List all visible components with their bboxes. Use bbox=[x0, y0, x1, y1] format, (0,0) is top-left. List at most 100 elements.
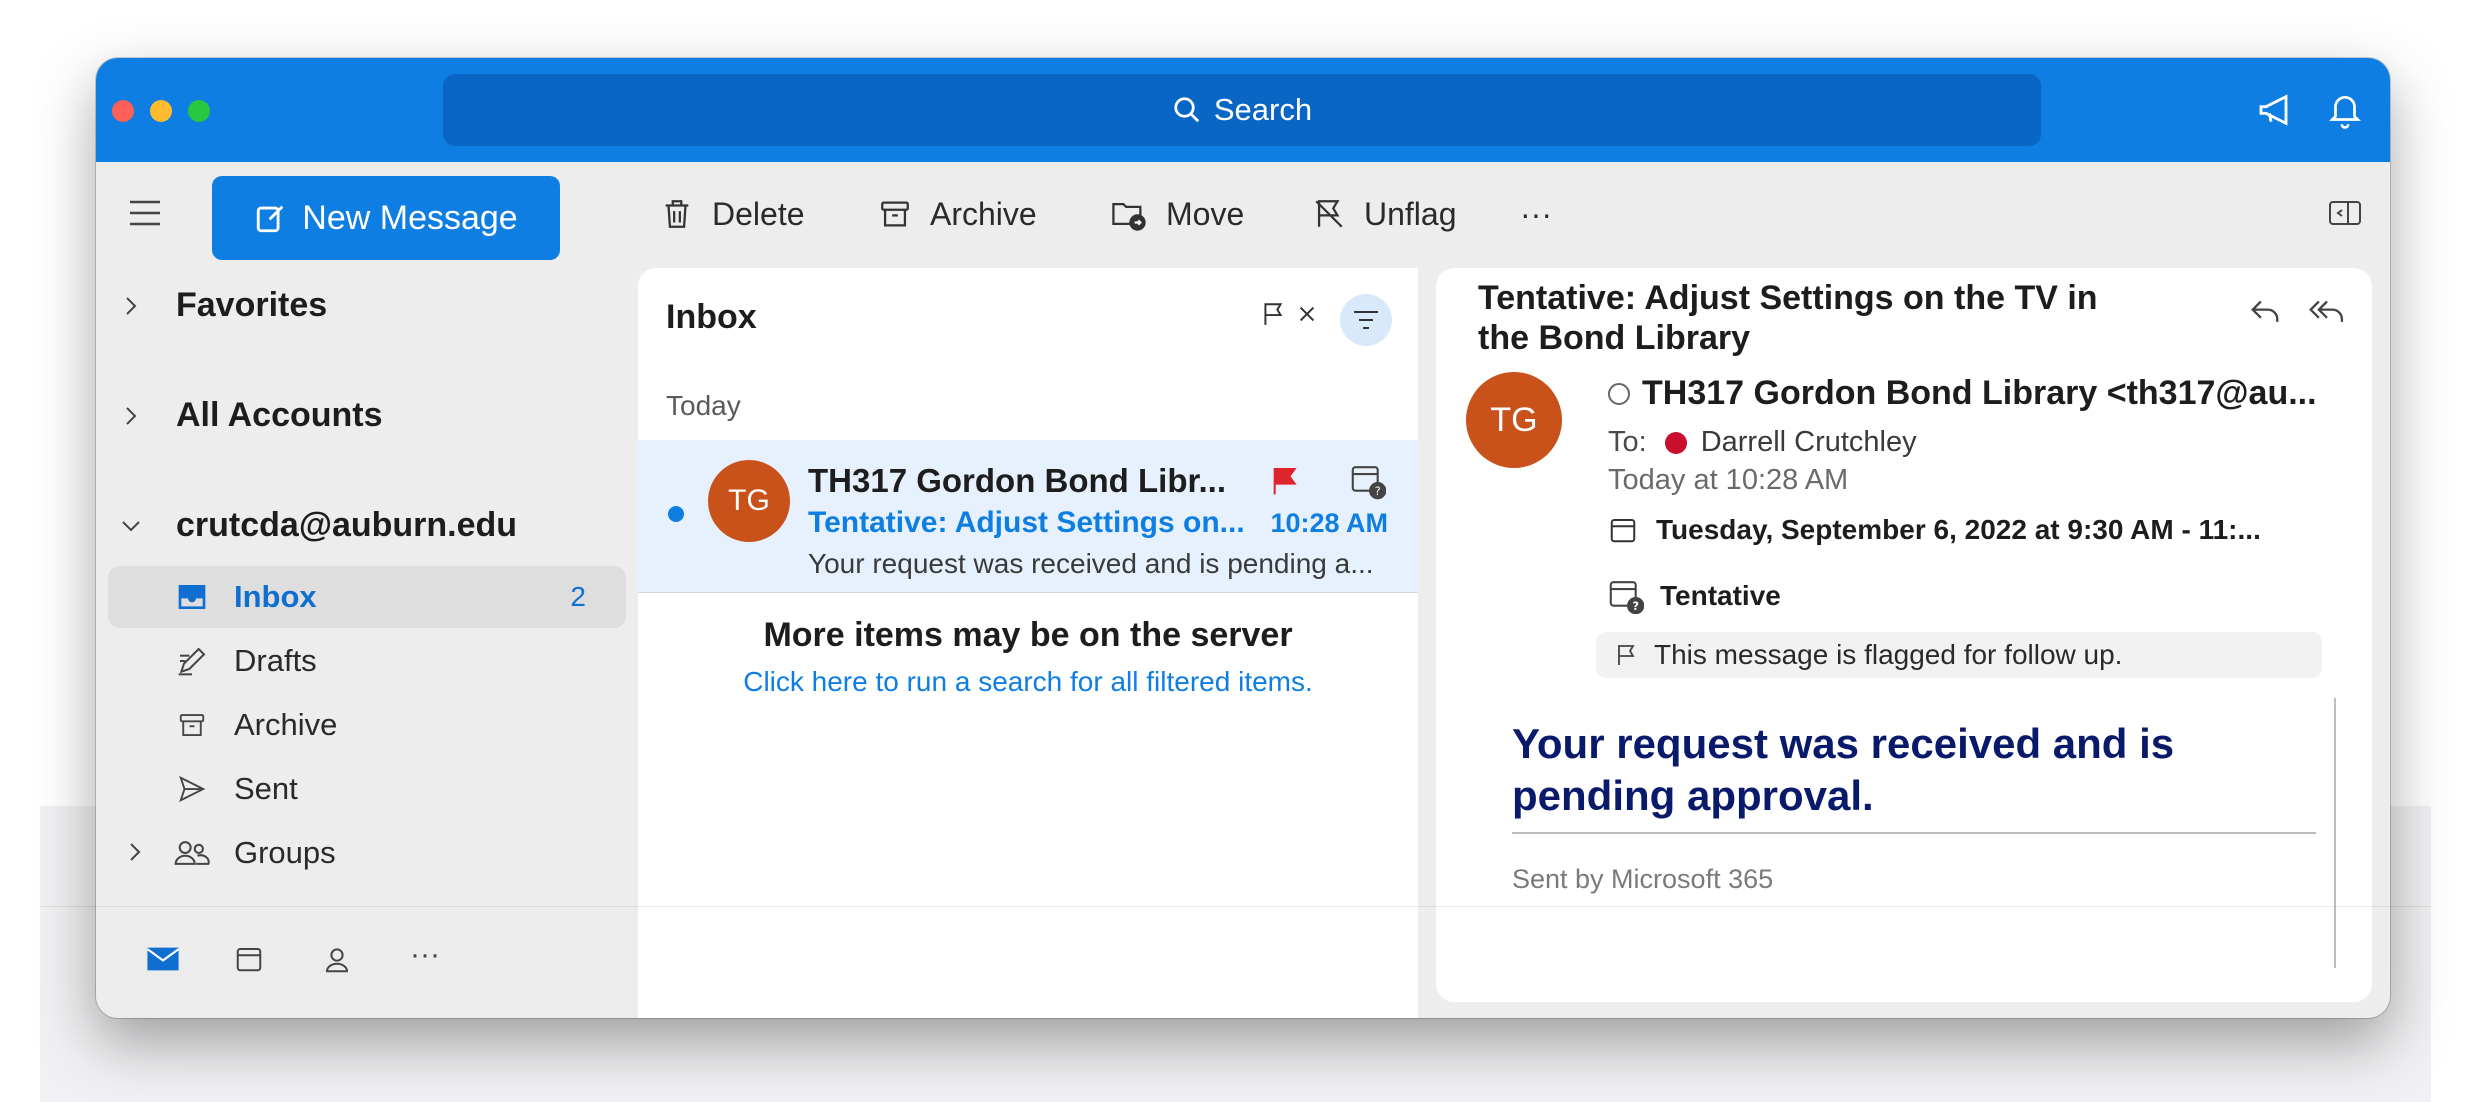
reading-pane: Tentative: Adjust Settings on the TV in … bbox=[1436, 268, 2372, 1002]
sidebar-item-groups[interactable]: Groups bbox=[108, 822, 626, 884]
sidebar-item-label: Sent bbox=[234, 771, 298, 806]
meeting-time-row: Tuesday, September 6, 2022 at 9:30 AM - … bbox=[1608, 514, 2328, 546]
body-footer: Sent by Microsoft 365 bbox=[1512, 864, 1774, 894]
body-heading: Your request was received and is pending… bbox=[1512, 720, 2175, 819]
reply-actions bbox=[2248, 296, 2372, 326]
more-actions-button[interactable]: ··· bbox=[1520, 184, 1552, 244]
message-time: 10:28 AM bbox=[1270, 508, 1388, 538]
svg-text:?: ? bbox=[1632, 600, 1638, 613]
people-icon[interactable] bbox=[322, 944, 352, 981]
archive-button[interactable]: Archive bbox=[878, 184, 1037, 244]
unread-count-badge: 2 bbox=[570, 581, 586, 612]
more-modules-button[interactable]: ··· bbox=[410, 938, 440, 972]
chevron-down-icon bbox=[116, 519, 146, 533]
tentative-response-icon: ? bbox=[1609, 581, 1644, 614]
close-window-button[interactable] bbox=[112, 100, 134, 122]
groups-icon bbox=[172, 838, 212, 868]
flag-icon bbox=[1264, 303, 1283, 325]
toolbar: New Message Delete Archive Move Unflag ·… bbox=[96, 162, 2390, 268]
drafts-icon bbox=[172, 645, 212, 677]
outlook-window: Search New Message Delete Archive Move U… bbox=[96, 58, 2390, 1018]
message-row[interactable]: TG TH317 Gordon Bond Libr... ? Tentative… bbox=[638, 440, 1418, 593]
hamburger-menu-icon[interactable] bbox=[128, 198, 162, 233]
presence-icon bbox=[1608, 382, 1630, 405]
new-message-label: New Message bbox=[302, 198, 518, 237]
all-accounts-label: All Accounts bbox=[176, 396, 383, 434]
message-preview: Your request was received and is pending… bbox=[808, 548, 1374, 579]
move-button[interactable]: Move bbox=[1110, 184, 1244, 244]
favorites-section[interactable]: Favorites bbox=[116, 286, 327, 325]
minimize-window-button[interactable] bbox=[150, 100, 172, 122]
all-accounts-section[interactable]: All Accounts bbox=[116, 396, 383, 435]
svg-text:?: ? bbox=[1375, 485, 1381, 498]
sidebar-item-drafts[interactable]: Drafts bbox=[108, 630, 626, 692]
recipient-name[interactable]: Darrell Crutchley bbox=[1701, 426, 1917, 459]
chevron-right-icon bbox=[128, 835, 142, 871]
megaphone-icon[interactable] bbox=[2256, 90, 2296, 135]
sidebar-item-label: Inbox bbox=[234, 579, 317, 614]
archive-label: Archive bbox=[930, 195, 1037, 232]
search-bar[interactable]: Search bbox=[443, 74, 2041, 146]
reply-all-icon[interactable] bbox=[2308, 296, 2346, 326]
move-label: Move bbox=[1166, 195, 1245, 232]
flag-notice-text: This message is flagged for follow up. bbox=[1654, 639, 2123, 670]
close-icon bbox=[1299, 306, 1315, 322]
sidebar-item-archive[interactable]: Archive bbox=[108, 694, 626, 756]
recipient-presence-icon bbox=[1664, 431, 1687, 454]
server-search-link[interactable]: Click here to run a search for all filte… bbox=[638, 666, 1418, 698]
filter-icon bbox=[1354, 311, 1378, 329]
mail-icon[interactable] bbox=[146, 944, 180, 979]
meeting-status-row: ? Tentative bbox=[1608, 578, 1781, 614]
sidebar-item-label: Drafts bbox=[234, 643, 317, 678]
received-date: Today at 10:28 AM bbox=[1608, 464, 1849, 496]
sidebar-item-inbox[interactable]: Inbox 2 bbox=[108, 566, 626, 628]
message-sender: TH317 Gordon Bond Libr... bbox=[808, 462, 1227, 499]
flag-filter-chip[interactable] bbox=[1260, 300, 1318, 328]
meeting-time: Tuesday, September 6, 2022 at 9:30 AM - … bbox=[1656, 514, 2261, 545]
sender-line[interactable]: TH317 Gordon Bond Library <th317@au... bbox=[1608, 374, 2328, 413]
filter-button[interactable] bbox=[1340, 294, 1392, 346]
reply-icon[interactable] bbox=[2248, 296, 2282, 326]
trash-icon bbox=[665, 200, 689, 228]
window-overlay-line bbox=[96, 906, 2390, 907]
zoom-window-button[interactable] bbox=[188, 100, 210, 122]
body-divider bbox=[1512, 832, 2316, 834]
delete-button[interactable]: Delete bbox=[660, 184, 805, 244]
search-label: Search bbox=[1213, 92, 1313, 127]
sidebar-item-label: Archive bbox=[234, 707, 338, 742]
chevron-right-icon bbox=[116, 405, 146, 427]
inbox-icon bbox=[172, 582, 212, 612]
title-bar: Search bbox=[96, 58, 2390, 162]
flag-icon[interactable] bbox=[1268, 464, 1300, 503]
to-label: To: bbox=[1608, 426, 1647, 458]
search-icon bbox=[1174, 97, 1200, 123]
bell-icon[interactable] bbox=[2326, 90, 2364, 135]
favorites-label: Favorites bbox=[176, 286, 328, 324]
message-subject-heading: Tentative: Adjust Settings on the TV in … bbox=[1478, 279, 2098, 357]
account-section[interactable]: crutcda@auburn.edu bbox=[116, 506, 517, 545]
chevron-right-icon bbox=[116, 295, 146, 317]
message-subject: Tentative: Adjust Settings on... bbox=[808, 506, 1245, 539]
calendar-icon[interactable] bbox=[234, 944, 264, 979]
unflag-label: Unflag bbox=[1364, 195, 1457, 232]
move-folder-icon bbox=[1112, 202, 1146, 231]
avatar: TG bbox=[708, 460, 790, 542]
meeting-status: Tentative bbox=[1660, 580, 1781, 611]
flag-icon bbox=[1618, 645, 1635, 665]
module-switcher: ··· bbox=[96, 908, 636, 1018]
sidebar-item-sent[interactable]: Sent bbox=[108, 758, 626, 820]
toggle-reading-pane-icon[interactable] bbox=[2328, 198, 2362, 233]
sender-name: TH317 Gordon Bond Library <th317@au... bbox=[1642, 374, 2317, 412]
account-label: crutcda@auburn.edu bbox=[176, 506, 518, 544]
compose-icon bbox=[257, 205, 284, 233]
more-items-notice: More items may be on the server bbox=[763, 616, 1293, 654]
new-message-button[interactable]: New Message bbox=[212, 176, 560, 260]
calendar-icon bbox=[1610, 519, 1636, 543]
follow-up-flag-banner: This message is flagged for follow up. bbox=[1596, 632, 2322, 678]
meeting-response-icon: ? bbox=[1350, 462, 1387, 505]
unread-indicator bbox=[668, 506, 684, 522]
archive-icon bbox=[172, 710, 212, 740]
unflag-button[interactable]: Unflag bbox=[1312, 184, 1457, 244]
sender-avatar: TG bbox=[1466, 372, 1562, 468]
list-title: Inbox bbox=[666, 298, 757, 336]
